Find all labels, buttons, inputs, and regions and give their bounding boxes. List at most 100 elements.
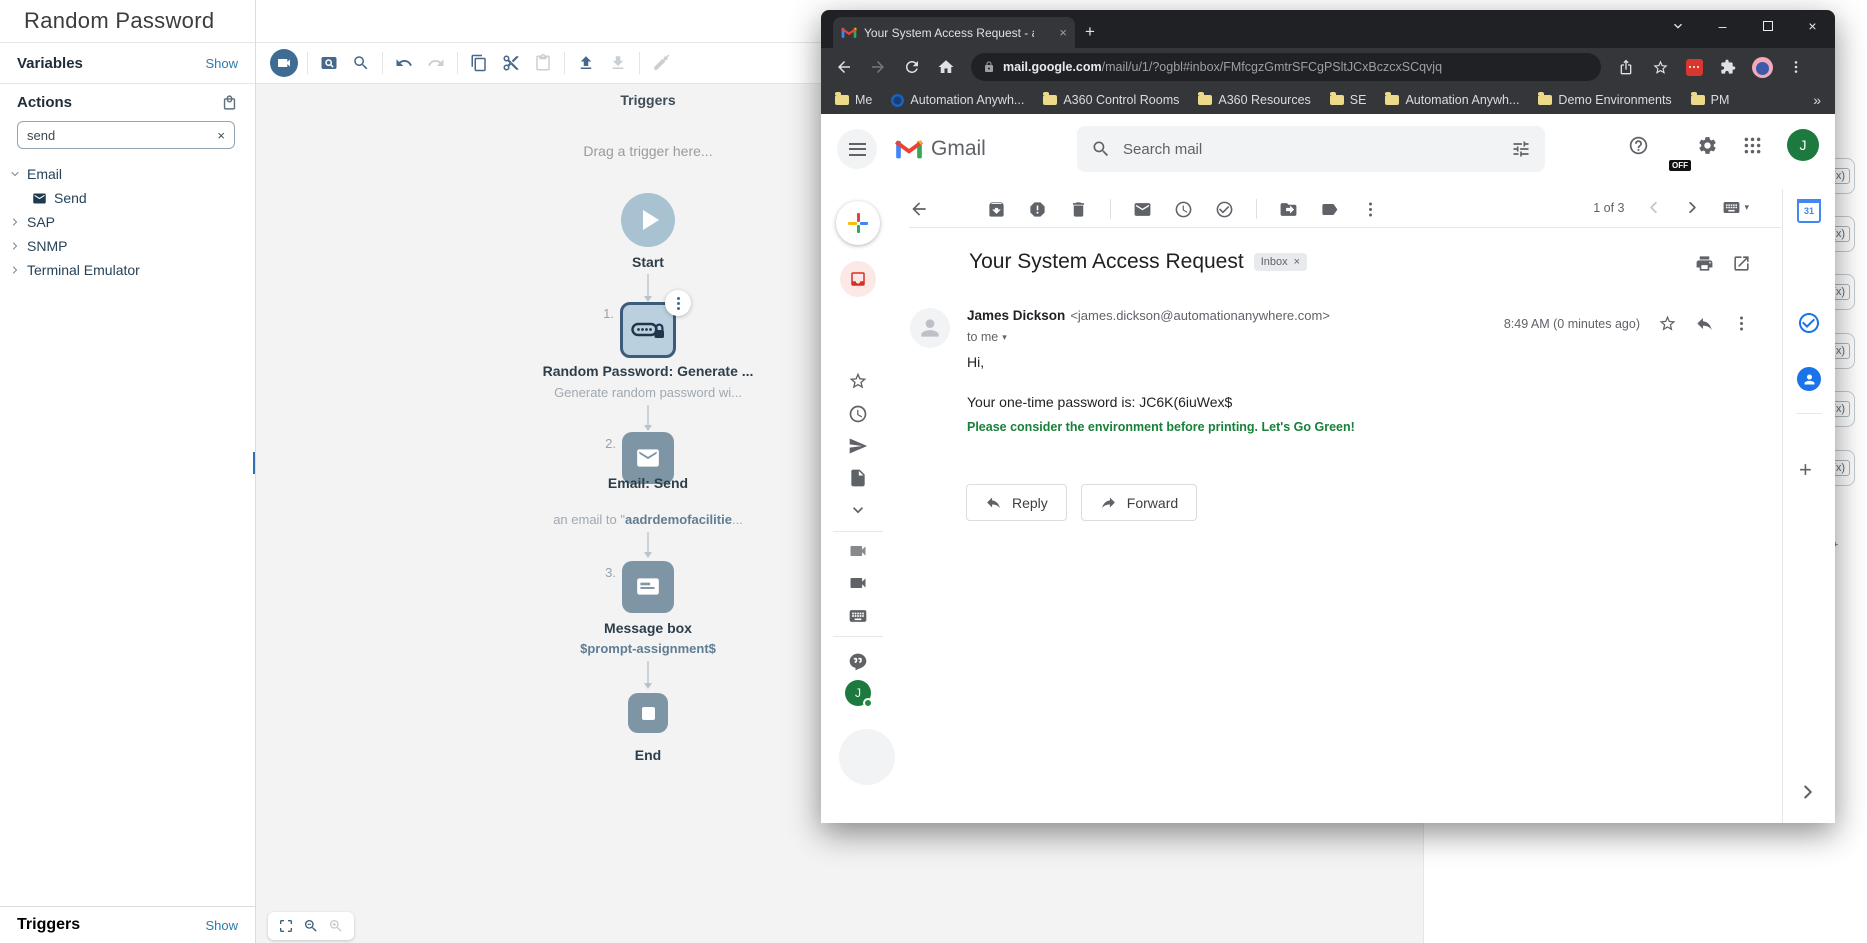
search-icon[interactable] — [345, 47, 377, 79]
node-menu-button[interactable] — [665, 290, 691, 316]
forward-button[interactable] — [863, 52, 893, 82]
meet-new-meeting-icon[interactable] — [848, 541, 868, 561]
sidebar-item-drafts[interactable] — [848, 468, 868, 488]
search-mail-input[interactable]: Search mail — [1077, 126, 1545, 172]
reload-button[interactable] — [897, 52, 927, 82]
import-button[interactable] — [602, 47, 634, 79]
forward-button[interactable]: Forward — [1080, 484, 1198, 521]
tab-close-icon[interactable]: × — [1059, 25, 1067, 40]
calendar-icon[interactable]: 31 — [1797, 199, 1821, 223]
variables-show-link[interactable]: Show — [205, 56, 238, 71]
collapse-panel-icon[interactable] — [1797, 781, 1819, 803]
reply-button[interactable]: Reply — [966, 484, 1067, 521]
inbox-label-chip[interactable]: Inbox × — [1253, 253, 1308, 271]
tree-item-email-send[interactable]: Send — [0, 186, 255, 210]
bookmark-item[interactable]: A360 Resources — [1198, 92, 1311, 107]
node-message-box[interactable] — [622, 561, 674, 613]
contacts-icon[interactable] — [1797, 367, 1821, 391]
remove-label-icon[interactable]: × — [1294, 256, 1300, 268]
chevron-right-icon[interactable] — [9, 216, 21, 228]
extensions-puzzle-icon[interactable] — [1713, 52, 1743, 82]
browser-profile-avatar[interactable] — [1747, 52, 1777, 82]
help-icon[interactable] — [1628, 135, 1649, 156]
report-spam-icon[interactable] — [1028, 200, 1047, 219]
bookmark-item[interactable]: PM — [1690, 92, 1729, 107]
start-node[interactable] — [621, 193, 675, 247]
bookmark-item[interactable]: Automation Anywh... — [1385, 92, 1519, 107]
new-tab-button[interactable]: + — [1085, 22, 1095, 42]
record-button[interactable] — [270, 49, 298, 77]
bookmark-item[interactable]: A360 Control Rooms — [1043, 92, 1179, 107]
tree-item-terminal-emulator[interactable]: Terminal Emulator — [0, 258, 255, 282]
tree-item-email[interactable]: Email — [0, 162, 255, 186]
copy-button[interactable] — [463, 47, 495, 79]
back-button[interactable] — [829, 52, 859, 82]
home-button[interactable] — [931, 52, 961, 82]
compose-button[interactable] — [836, 201, 880, 245]
snooze-icon[interactable] — [1174, 200, 1193, 219]
meet-join-meeting-icon[interactable] — [848, 573, 868, 593]
extension-icon-red[interactable] — [1679, 52, 1709, 82]
tree-item-sap[interactable]: SAP — [0, 210, 255, 234]
chat-avatar[interactable]: J — [845, 680, 873, 708]
find-in-flow-icon[interactable] — [313, 47, 345, 79]
triggers-show-link[interactable]: Show — [205, 918, 238, 933]
delete-icon[interactable] — [1069, 200, 1088, 219]
sidebar-item-inbox[interactable] — [840, 261, 876, 297]
more-options-icon[interactable] — [1361, 200, 1380, 219]
close-window-button[interactable]: × — [1790, 10, 1835, 42]
sidebar-item-sent[interactable] — [848, 436, 868, 456]
maximize-button[interactable] — [1745, 10, 1790, 42]
redo-button[interactable] — [420, 47, 452, 79]
mark-unread-icon[interactable] — [1133, 200, 1152, 219]
account-avatar[interactable]: J — [1787, 129, 1819, 161]
labels-icon[interactable] — [1320, 200, 1339, 219]
add-to-tasks-icon[interactable] — [1215, 200, 1234, 219]
newer-email-icon[interactable] — [1644, 198, 1663, 217]
paste-button[interactable] — [527, 47, 559, 79]
get-addons-button[interactable]: + — [1799, 457, 1812, 483]
recipient-details[interactable]: to me ▾ — [967, 330, 1330, 344]
details-dropdown-icon[interactable]: ▾ — [1002, 332, 1007, 343]
minimize-button[interactable]: – — [1700, 10, 1745, 42]
keep-icon[interactable] — [1797, 255, 1821, 279]
input-tools-icon[interactable]: ▾ — [1722, 198, 1749, 217]
older-email-icon[interactable] — [1683, 198, 1702, 217]
end-node[interactable] — [628, 693, 668, 733]
message-more-icon[interactable] — [1732, 314, 1751, 333]
undo-button[interactable] — [388, 47, 420, 79]
address-bar[interactable]: mail.google.com/mail/u/1/?ogbl#inbox/FMf… — [971, 53, 1601, 81]
bookmark-item[interactable]: Demo Environments — [1538, 92, 1672, 107]
bookmark-item[interactable]: Automation Anywh... — [891, 93, 1024, 107]
bookmarks-overflow-icon[interactable]: » — [1813, 92, 1821, 108]
sidebar-more-icon[interactable] — [848, 500, 868, 520]
browser-tab[interactable]: Your System Access Request - aa × — [833, 17, 1075, 48]
bookmark-item[interactable]: Me — [835, 92, 872, 107]
open-in-new-icon[interactable] — [1732, 254, 1751, 273]
share-icon[interactable] — [1611, 52, 1641, 82]
archive-icon[interactable] — [987, 200, 1006, 219]
star-email-icon[interactable] — [1658, 314, 1677, 333]
zoom-in-button[interactable] — [328, 918, 344, 934]
settings-gear-icon[interactable] — [1697, 135, 1718, 156]
meet-enter-code-icon[interactable] — [848, 606, 868, 626]
hangouts-icon[interactable] — [848, 652, 868, 672]
bot-store-icon[interactable] — [221, 94, 238, 111]
google-apps-icon[interactable] — [1742, 135, 1763, 156]
bookmark-item[interactable]: SE — [1329, 92, 1366, 107]
reply-icon[interactable] — [1695, 314, 1714, 333]
tasks-icon[interactable] — [1797, 311, 1821, 335]
sidebar-item-starred[interactable] — [848, 371, 868, 391]
chevron-right-icon[interactable] — [9, 264, 21, 276]
fit-to-screen-button[interactable] — [278, 918, 294, 934]
chevron-right-icon[interactable] — [9, 240, 21, 252]
move-to-icon[interactable] — [1279, 200, 1298, 219]
search-icon[interactable] — [1091, 139, 1111, 159]
clear-search-icon[interactable]: × — [217, 128, 225, 143]
actions-search-input[interactable]: send × — [17, 121, 235, 149]
browser-menu-icon[interactable] — [1781, 52, 1811, 82]
bookmark-star-icon[interactable] — [1645, 52, 1675, 82]
zoom-out-button[interactable] — [303, 918, 319, 934]
chevron-down-icon[interactable] — [9, 168, 21, 180]
tab-search-icon[interactable] — [1655, 10, 1700, 42]
